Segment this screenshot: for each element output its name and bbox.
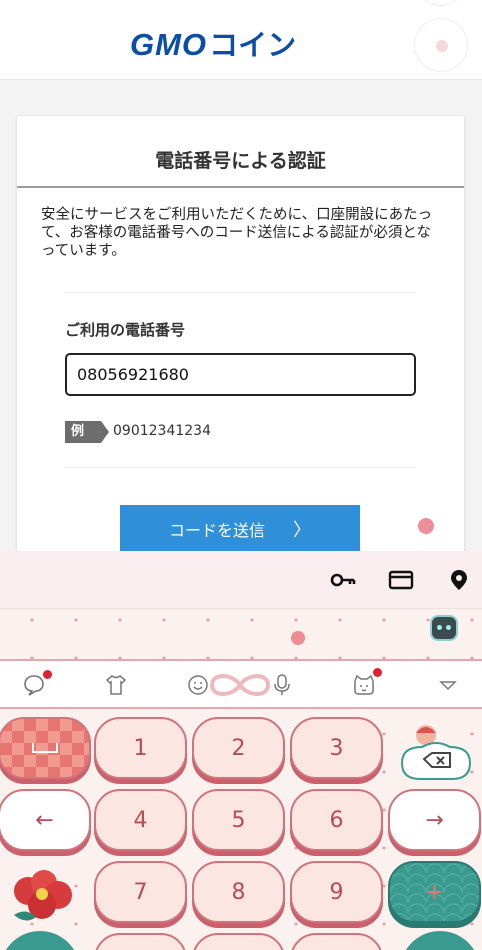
- plus-icon: +: [425, 879, 444, 905]
- plus-key[interactable]: +: [388, 861, 481, 923]
- title-divider: [17, 186, 464, 188]
- key-6[interactable]: 6: [290, 789, 383, 851]
- page-title: 電話番号による認証: [155, 150, 326, 172]
- app-header: GMOコイン: [0, 0, 482, 80]
- space-key[interactable]: [0, 717, 91, 779]
- menu-circle-button[interactable]: [414, 18, 468, 72]
- key-8[interactable]: 8: [192, 861, 285, 923]
- section-divider-bottom: [65, 467, 415, 468]
- keyboard-toolbar: [0, 551, 482, 609]
- example-number: 09012341234: [113, 423, 211, 439]
- bottom-decoration: [400, 931, 480, 950]
- arrow-left-icon: ←: [35, 807, 54, 833]
- key-1[interactable]: 1: [94, 717, 187, 779]
- key-2[interactable]: 2: [192, 717, 285, 779]
- logo-text: GMO: [130, 27, 208, 62]
- section-divider-top: [65, 292, 415, 293]
- notification-dot: [43, 670, 52, 679]
- on-screen-keyboard: 1 2 3 ← 4 5 6 → 7 8 9 +: [0, 551, 482, 950]
- top-circle-button[interactable]: [418, 0, 464, 6]
- location-pin-icon[interactable]: [446, 569, 472, 591]
- arrow-right-icon: →: [425, 807, 444, 833]
- key-9[interactable]: 9: [290, 861, 383, 923]
- cursor-left-key[interactable]: ←: [0, 789, 91, 851]
- send-code-button[interactable]: コードを送信 〉: [120, 505, 360, 553]
- bottom-decoration: [0, 931, 80, 950]
- infinity-icon: [209, 674, 271, 696]
- key-bottom-1[interactable]: [94, 933, 187, 950]
- key-bottom-3[interactable]: [290, 933, 383, 950]
- decoration-band: [0, 609, 482, 659]
- chat-bubble-icon[interactable]: [22, 673, 46, 697]
- description-text: 安全にサービスをご利用いただくために、口座開設にあたって、お客様の電話番号へのコ…: [41, 207, 433, 259]
- phone-number-input[interactable]: [65, 353, 416, 396]
- decoration-dot: [291, 631, 305, 645]
- logo-jp-text: コイン: [209, 30, 297, 62]
- verification-card: 電話番号による認証 安全にサービスをご利用いただくために、口座開設にあたって、お…: [17, 116, 464, 586]
- robot-mascot-icon[interactable]: [430, 615, 458, 641]
- backspace-key[interactable]: [398, 717, 474, 783]
- suggestion-bar: [0, 659, 482, 709]
- cat-face-icon[interactable]: [352, 673, 376, 697]
- notification-dot: [373, 668, 382, 677]
- key-4[interactable]: 4: [94, 789, 187, 851]
- key-bottom-2[interactable]: [192, 933, 285, 950]
- gmo-coin-logo[interactable]: GMOコイン: [130, 22, 296, 64]
- triangle-down-icon[interactable]: [436, 673, 460, 697]
- example-tag: 例: [65, 421, 109, 443]
- send-code-label: コードを送信: [168, 521, 265, 540]
- chevron-right-icon: 〉: [293, 520, 311, 541]
- cursor-right-key[interactable]: →: [388, 789, 481, 851]
- shirt-icon[interactable]: [104, 673, 128, 697]
- microphone-icon[interactable]: [270, 673, 294, 697]
- key-7[interactable]: 7: [94, 861, 187, 923]
- key-3[interactable]: 3: [290, 717, 383, 779]
- camellia-flower-key[interactable]: [6, 867, 86, 929]
- key-5[interactable]: 5: [192, 789, 285, 851]
- phone-field-label: ご利用の電話番号: [65, 321, 186, 339]
- key-icon[interactable]: [330, 569, 356, 591]
- floating-dot: [418, 518, 434, 534]
- card-icon[interactable]: [388, 569, 414, 591]
